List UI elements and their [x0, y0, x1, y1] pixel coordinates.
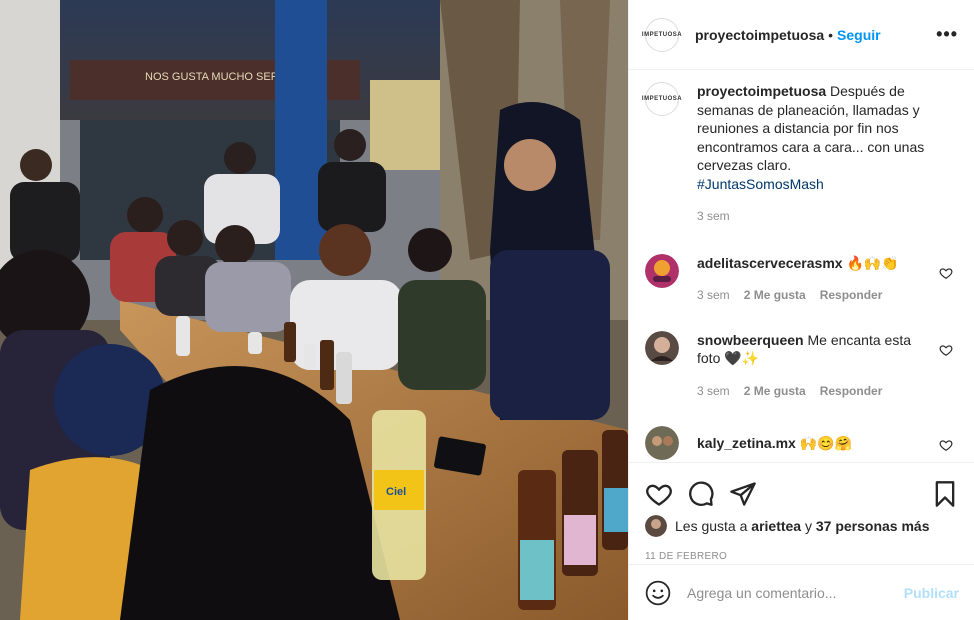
liker-avatar-image [645, 515, 667, 537]
commenter-avatar[interactable] [645, 330, 679, 365]
commenter-avatar[interactable] [645, 253, 679, 288]
emoji-smiley-icon[interactable] [645, 580, 671, 606]
caption-row: IMPETUOSA proyectoimpetuosa Después de s… [629, 82, 974, 226]
reply-button[interactable]: Responder [820, 286, 883, 305]
reply-button[interactable]: Responder [820, 382, 883, 401]
likes-connector: y [804, 518, 812, 534]
caption-username[interactable]: proyectoimpetuosa [697, 83, 826, 99]
action-icons [629, 463, 974, 513]
caption-time: 3 sem [697, 209, 730, 223]
likes-prefix: Les gusta a [675, 518, 748, 534]
commenter-username[interactable]: kaly_zetina.mx [697, 435, 796, 451]
comment-bubble-icon[interactable] [687, 480, 715, 508]
account-avatar[interactable]: IMPETUOSA [642, 17, 682, 52]
comment-time: 3 sem [697, 288, 730, 302]
post-actions: Les gusta a ariettea y 37 personas más 1… [629, 462, 974, 620]
likes-others-link[interactable]: 37 personas más [816, 518, 930, 534]
caption-hashtag[interactable]: #JuntasSomosMash [697, 175, 937, 194]
photo-illustration: NOS GUSTA MUCHO SER Ciel [0, 0, 628, 620]
post-sidebar: IMPETUOSA proyectoimpetuosa • Seguir •••… [628, 0, 974, 620]
comment-input[interactable] [687, 584, 887, 601]
post-header: IMPETUOSA proyectoimpetuosa • Seguir ••• [629, 0, 974, 70]
comment-text: 🔥🙌👏 [846, 254, 899, 271]
liker-username[interactable]: ariettea [751, 518, 801, 534]
save-bookmark-icon[interactable] [931, 480, 959, 508]
like-heart-icon[interactable] [645, 480, 673, 508]
storefront-sign: NOS GUSTA MUCHO SER [145, 71, 279, 83]
commenter-avatar-image [645, 330, 679, 365]
account-username[interactable]: proyectoimpetuosa [695, 27, 824, 43]
likes-summary: Les gusta a ariettea y 37 personas más [629, 513, 974, 537]
comment-row: kaly_zetina.mx 🙌😊🤗 [629, 426, 974, 460]
bottle-label: Ciel [386, 486, 406, 498]
comment-likes[interactable]: 2 Me gusta [744, 382, 806, 401]
comment-likes[interactable]: 2 Me gusta [744, 286, 806, 305]
commenter-username[interactable]: adelitascervecerasmx [697, 255, 843, 271]
separator-dot: • [828, 26, 834, 43]
comment-text: 🙌😊🤗 [799, 435, 853, 451]
instagram-post: NOS GUSTA MUCHO SER Ciel IMPETUOSA proye… [0, 0, 974, 620]
add-comment-bar: Publicar [629, 564, 974, 620]
liker-avatar[interactable] [645, 515, 667, 537]
like-comment-heart-icon[interactable] [939, 438, 953, 452]
like-comment-heart-icon[interactable] [939, 343, 953, 357]
comments-list[interactable]: IMPETUOSA proyectoimpetuosa Después de s… [629, 82, 974, 462]
post-photo[interactable]: NOS GUSTA MUCHO SER Ciel [0, 0, 628, 620]
comment-row: snowbeerqueen Me encanta esta foto 🖤✨ 3 … [629, 330, 974, 401]
commenter-avatar[interactable] [645, 426, 679, 460]
commenter-username[interactable]: snowbeerqueen [697, 332, 804, 348]
post-date[interactable]: 11 DE FEBRERO [629, 537, 974, 562]
share-paper-plane-icon[interactable] [729, 480, 757, 508]
caption-avatar[interactable]: IMPETUOSA [642, 82, 682, 116]
commenter-avatar-image [645, 426, 679, 460]
follow-button[interactable]: Seguir [837, 27, 881, 43]
comment-row: adelitascervecerasmx 🔥🙌👏 3 sem 2 Me gust… [629, 253, 974, 305]
comment-time: 3 sem [697, 383, 730, 398]
commenter-avatar-image [645, 253, 679, 288]
like-comment-heart-icon[interactable] [939, 266, 953, 280]
more-options-icon[interactable]: ••• [936, 24, 958, 45]
publish-button[interactable]: Publicar [904, 585, 959, 601]
